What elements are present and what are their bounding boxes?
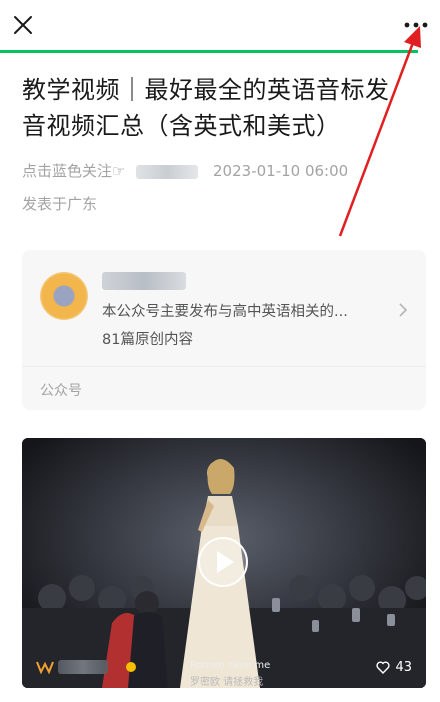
video-player[interactable]: Romeo save me 罗密欧 请拯救我 43 — [22, 438, 426, 688]
author-name-blurred[interactable] — [136, 164, 199, 179]
account-description: 本公众号主要发布与高中英语相关的... — [102, 304, 348, 320]
subtitle-chinese: 罗密欧 请拯救我 — [190, 677, 264, 688]
card-divider — [22, 366, 426, 367]
channel-name-blurred[interactable] — [58, 660, 108, 674]
account-original-count: 81篇原创内容 — [102, 332, 193, 348]
more-icon[interactable] — [402, 14, 430, 36]
play-button[interactable] — [197, 536, 249, 588]
article-title: 教学视频｜最好最全的英语音标发音视频汇总（含英式和美式） — [22, 76, 390, 140]
account-name-blurred — [102, 272, 186, 290]
heart-icon — [376, 661, 391, 674]
top-bar — [0, 0, 440, 50]
reading-progress-bar — [0, 50, 418, 53]
publish-date: 2023-01-10 06:00 — [213, 162, 349, 180]
follow-prompt[interactable]: 点击蓝色关注☞ — [22, 162, 125, 180]
publish-location: 发表于广东 — [22, 195, 98, 213]
close-icon[interactable] — [10, 12, 36, 38]
like-button[interactable]: 43 — [376, 660, 412, 675]
account-avatar — [40, 272, 88, 320]
chevron-right-icon — [399, 303, 408, 317]
like-count: 43 — [395, 660, 412, 675]
article-meta: 点击蓝色关注☞ 2023-01-10 06:00 — [22, 160, 422, 182]
channel-logo-icon — [36, 661, 54, 674]
subtitle-english: Romeo save me — [190, 660, 271, 671]
account-card[interactable]: 本公众号主要发布与高中英语相关的... 81篇原创内容 公众号 — [22, 250, 426, 410]
badge-icon — [126, 662, 136, 672]
account-type-label: 公众号 — [40, 383, 82, 399]
